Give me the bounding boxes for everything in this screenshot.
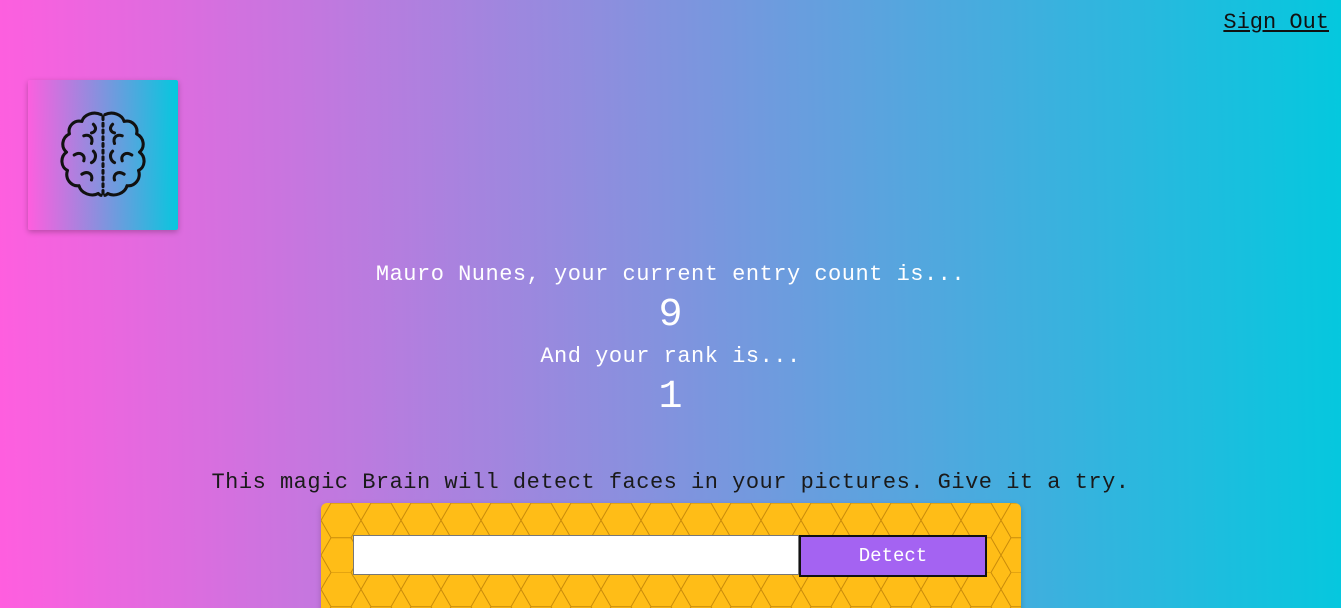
top-nav: Sign Out [1223, 10, 1329, 35]
entry-count-value: 9 [658, 293, 683, 338]
rank-value: 1 [658, 375, 683, 420]
brain-logo[interactable] [28, 80, 178, 230]
detect-button[interactable]: Detect [799, 535, 987, 577]
image-url-input[interactable] [353, 535, 799, 575]
description-text: This magic Brain will detect faces in yo… [211, 470, 1130, 495]
rank-section: Mauro Nunes, your current entry count is… [0, 258, 1341, 422]
brain-icon [60, 111, 146, 197]
sign-out-link[interactable]: Sign Out [1223, 10, 1329, 35]
image-link-form: Detect [321, 503, 1021, 608]
rank-label: And your rank is... [540, 344, 801, 369]
form-row: Detect [353, 535, 987, 577]
entry-count-label: Mauro Nunes, your current entry count is… [375, 262, 966, 287]
